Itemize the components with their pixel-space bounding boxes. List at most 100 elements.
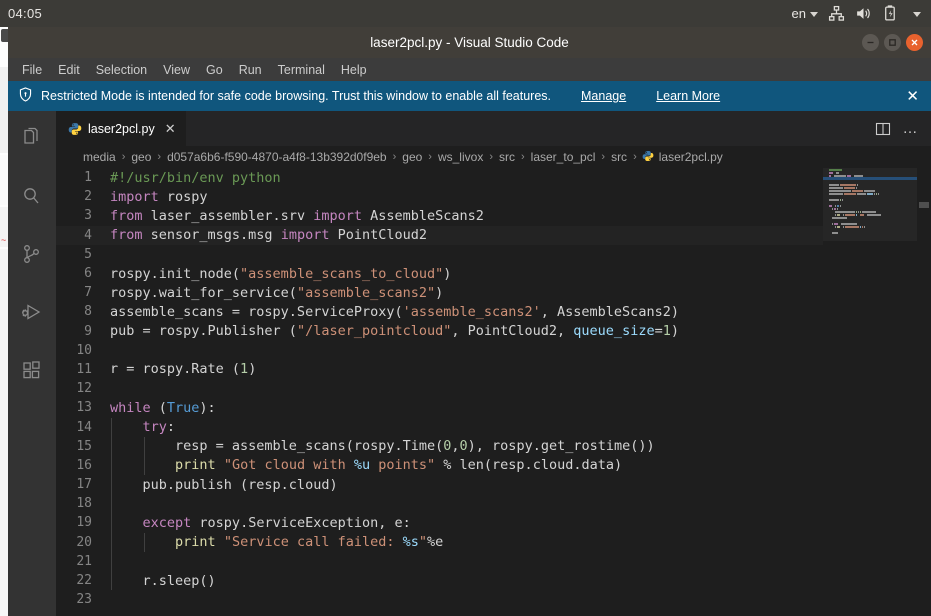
banner-close-button[interactable]: ✕ <box>904 89 921 104</box>
breadcrumb-item[interactable]: src <box>610 150 628 164</box>
code-text: import rospy <box>110 189 823 205</box>
code-token: , <box>451 438 460 455</box>
code-line[interactable]: 16 print "Got cloud with %u points" % le… <box>56 456 823 475</box>
menu-item-go[interactable]: Go <box>198 61 231 79</box>
tab-close-icon[interactable]: ✕ <box>165 121 176 137</box>
code-token: while <box>110 399 151 416</box>
code-line[interactable]: 17 pub.publish (resp.cloud) <box>56 475 823 494</box>
indent-guide <box>111 475 112 495</box>
run-and-debug-icon[interactable] <box>8 293 56 333</box>
line-number: 11 <box>76 361 92 377</box>
system-clock: 04:05 <box>8 6 43 21</box>
code-token: , PointCloud2, <box>451 323 574 340</box>
code-line[interactable]: 11 r = rospy.Rate (1) <box>56 360 823 379</box>
code-line[interactable]: 2 import rospy <box>56 187 823 206</box>
split-editor-icon[interactable] <box>875 121 891 137</box>
breadcrumb-item[interactable]: media <box>82 150 117 164</box>
code-line[interactable]: 12 <box>56 379 823 398</box>
extensions-icon[interactable] <box>8 351 56 391</box>
code-line[interactable]: 23 <box>56 590 823 609</box>
search-icon[interactable] <box>8 177 56 217</box>
code-line[interactable]: 8 assemble_scans = rospy.ServiceProxy('as… <box>56 302 823 321</box>
code-text: r.sleep() <box>110 573 823 589</box>
breadcrumb-item[interactable]: laser_to_pcl <box>530 150 597 164</box>
vscode-window: laser2pcl.py - Visual Studio Code File E… <box>8 27 931 616</box>
source-control-icon[interactable] <box>8 235 56 275</box>
banner-learn-more-link[interactable]: Learn More <box>656 89 720 103</box>
breadcrumb-item[interactable]: src <box>498 150 516 164</box>
menu-item-file[interactable]: File <box>14 61 50 79</box>
menu-item-terminal[interactable]: Terminal <box>270 61 333 79</box>
tab-label: laser2pcl.py <box>88 122 155 136</box>
code-line[interactable]: 9 pub = rospy.Publisher ("/laser_pointclo… <box>56 322 823 341</box>
code-text: rospy.wait_for_service("assemble_scans2"… <box>110 285 823 301</box>
code-line[interactable]: 15 resp = assemble_scans(rospy.Time(0,0)… <box>56 437 823 456</box>
code-token: laser_assembler.srv <box>142 207 314 224</box>
breadcrumb-item[interactable]: ws_livox <box>437 150 484 164</box>
minimap[interactable] <box>823 168 917 616</box>
code-line[interactable]: 21 <box>56 552 823 571</box>
menu-item-selection[interactable]: Selection <box>88 61 155 79</box>
code-lines[interactable]: 1 #!/usr/bin/env python 2 import rospy 3 from… <box>56 168 823 609</box>
shield-icon <box>18 87 33 105</box>
window-maximize-button[interactable] <box>884 34 901 51</box>
code-token: pub.publish (resp.cloud) <box>110 476 338 493</box>
tab-bar-filler <box>185 111 863 146</box>
code-viewport[interactable]: 1 #!/usr/bin/env python 2 import rospy 3 from… <box>56 168 823 616</box>
indent-guide <box>143 456 145 476</box>
chevron-down-icon <box>810 12 818 18</box>
scrollbar-thumb[interactable] <box>919 202 929 208</box>
activity-bar <box>8 111 56 616</box>
system-menu-caret-icon[interactable] <box>909 6 921 21</box>
editor-vertical-scrollbar[interactable] <box>917 168 931 616</box>
menu-item-view[interactable]: View <box>155 61 198 79</box>
line-number: 9 <box>84 323 92 339</box>
volume-icon[interactable] <box>855 5 872 22</box>
window-title: laser2pcl.py - Visual Studio Code <box>370 35 569 50</box>
code-line[interactable]: 22 r.sleep() <box>56 571 823 590</box>
python-file-icon <box>642 150 654 165</box>
code-line[interactable]: 20 print "Service call failed: %s"%e <box>56 533 823 552</box>
code-line[interactable]: 18 <box>56 494 823 513</box>
code-token: = <box>654 323 663 340</box>
code-line[interactable]: 7 rospy.wait_for_service("assemble_scans2… <box>56 283 823 302</box>
breadcrumb-item[interactable]: geo <box>130 150 152 164</box>
menu-item-help[interactable]: Help <box>333 61 375 79</box>
explorer-icon[interactable] <box>8 119 56 159</box>
network-icon[interactable] <box>828 5 845 22</box>
code-token: ) <box>248 361 257 378</box>
code-line[interactable]: 4 from sensor_msgs.msg import PointCloud2 <box>56 225 823 246</box>
code-token: PointCloud2 <box>329 227 428 244</box>
code-line[interactable]: 3 from laser_assembler.srv import Assembl… <box>56 206 823 225</box>
breadcrumb-item[interactable]: geo <box>401 150 423 164</box>
code-token: import <box>313 207 362 224</box>
code-token: % len(resp.cloud.data) <box>435 457 623 474</box>
indent-guide <box>111 532 112 552</box>
code-line[interactable]: 5 <box>56 245 823 264</box>
more-actions-icon[interactable]: … <box>903 121 920 136</box>
window-close-button[interactable] <box>906 34 923 51</box>
menu-item-run[interactable]: Run <box>231 61 270 79</box>
banner-manage-link[interactable]: Manage <box>581 89 626 103</box>
code-line[interactable]: 13 while (True): <box>56 398 823 417</box>
code-token: " <box>418 534 428 551</box>
indent-guide <box>143 436 145 456</box>
battery-icon[interactable] <box>882 5 899 22</box>
code-line[interactable]: 14 try: <box>56 417 823 436</box>
tab-laser2pcl-py[interactable]: laser2pcl.py ✕ <box>56 111 186 146</box>
menu-item-edit[interactable]: Edit <box>50 61 88 79</box>
keyboard-language-indicator[interactable]: en <box>792 6 818 21</box>
code-line[interactable]: 10 <box>56 341 823 360</box>
code-text: while (True): <box>110 400 823 416</box>
code-token: True <box>166 399 200 416</box>
breadcrumb-item-file[interactable]: laser2pcl.py <box>642 150 723 165</box>
breadcrumb-item[interactable]: d057a6b6-f590-4870-a4f8-13b392d0f9eb <box>166 150 388 164</box>
code-token: AssembleScans2 <box>361 207 484 224</box>
code-line[interactable]: 19 except rospy.ServiceException, e: <box>56 513 823 532</box>
line-number: 8 <box>84 304 92 320</box>
code-line[interactable]: 1 #!/usr/bin/env python <box>56 168 823 187</box>
window-minimize-button[interactable] <box>862 34 879 51</box>
code-text: assemble_scans = rospy.ServiceProxy('ass… <box>110 304 823 320</box>
code-line[interactable]: 6 rospy.init_node("assemble_scans_to_clou… <box>56 264 823 283</box>
